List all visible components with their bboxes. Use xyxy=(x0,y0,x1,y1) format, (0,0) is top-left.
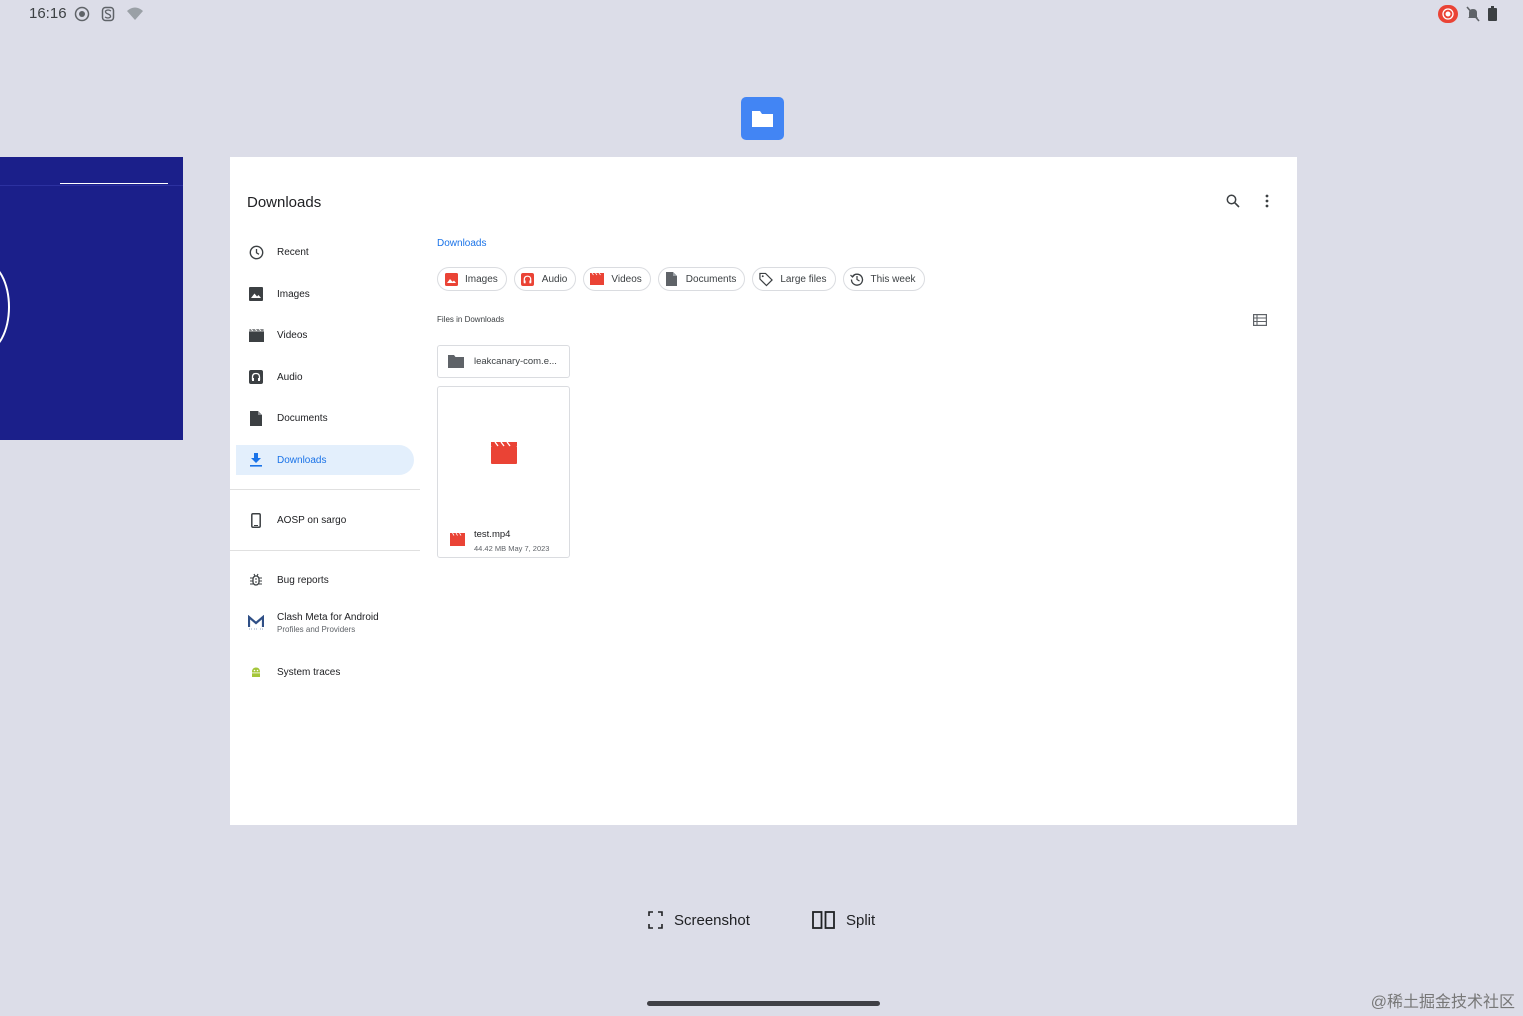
file-name: test.mp4 xyxy=(474,529,511,540)
chip-label: Documents xyxy=(685,273,737,285)
clock-icon xyxy=(248,244,264,260)
record-status-icon xyxy=(74,6,90,22)
sidebar-item-label: Audio xyxy=(277,371,303,383)
sidebar-item-system-traces[interactable]: System traces xyxy=(236,657,414,687)
more-vert-icon[interactable] xyxy=(1259,193,1275,209)
sidebar-item-label: AOSP on sargo xyxy=(277,514,347,526)
file-date: May 7, 2023 xyxy=(508,544,550,553)
chip-large-files[interactable]: Large files xyxy=(752,267,836,291)
search-icon[interactable] xyxy=(1225,193,1241,209)
sidebar-item-label: Downloads xyxy=(277,454,327,466)
file-size: 44.42 MB xyxy=(474,544,507,553)
file-meta: 44.42 MB May 7, 2023 xyxy=(474,544,549,553)
clash-meta-icon xyxy=(248,615,264,631)
status-right-icons xyxy=(1438,5,1497,23)
download-icon xyxy=(248,452,264,468)
headphones-icon xyxy=(248,369,264,385)
sidebar-item-documents[interactable]: Documents xyxy=(236,403,414,433)
sidebar-item-images[interactable]: Images xyxy=(236,279,414,309)
android-icon xyxy=(248,664,264,680)
wifi-icon xyxy=(127,7,143,20)
sidebar-item-clash-meta[interactable]: Clash Meta for Android Profiles and Prov… xyxy=(236,605,414,641)
recent-app-tab-indicator xyxy=(60,183,168,184)
list-view-icon[interactable] xyxy=(1253,313,1268,327)
sidebar-item-bug-reports[interactable]: Bug reports xyxy=(236,565,414,595)
screenshot-icon xyxy=(648,911,663,929)
folder-item[interactable]: leakcanary-com.e... xyxy=(437,345,570,378)
folder-name: leakcanary-com.e... xyxy=(474,356,557,367)
bug-icon xyxy=(248,572,264,588)
tag-icon xyxy=(759,272,774,286)
document-icon xyxy=(248,410,264,426)
folder-icon xyxy=(448,355,464,368)
movie-icon xyxy=(248,327,264,343)
chip-images[interactable]: Images xyxy=(437,267,507,291)
video-file-icon xyxy=(450,532,465,546)
status-time: 16:16 xyxy=(29,5,67,22)
gesture-navigation-bar[interactable] xyxy=(647,1001,880,1006)
chip-label: This week xyxy=(870,273,916,285)
recent-app-card[interactable] xyxy=(0,157,183,440)
battery-icon xyxy=(1488,6,1497,21)
sidebar-item-device[interactable]: AOSP on sargo xyxy=(236,505,414,535)
filter-chips: Images Audio Videos Documents Large file… xyxy=(437,267,925,291)
status-left-icons xyxy=(74,6,144,22)
recents-actions: Screenshot Split xyxy=(0,908,1523,938)
phone-icon xyxy=(248,512,264,528)
drawer-divider xyxy=(230,550,420,551)
chip-videos[interactable]: Videos xyxy=(583,267,651,291)
drawer-divider xyxy=(230,489,420,490)
chip-this-week[interactable]: This week xyxy=(842,267,925,291)
recent-app-circle xyxy=(0,262,10,352)
screen-record-icon xyxy=(1438,5,1458,23)
split-screen-icon xyxy=(812,911,835,929)
watermark: @稀土掘金技术社区 xyxy=(1370,994,1515,1011)
sidebar-item-label: System traces xyxy=(277,666,341,678)
files-window: Downloads Recent Images Videos Audio Doc… xyxy=(230,157,1297,825)
file-item[interactable]: test.mp4 44.42 MB May 7, 2023 xyxy=(437,386,570,558)
sidebar-item-label: Documents xyxy=(277,412,328,424)
files-folder-icon[interactable] xyxy=(741,97,784,140)
sidebar-item-label: Clash Meta for Android xyxy=(277,612,379,623)
chip-label: Images xyxy=(465,273,498,285)
video-thumbnail-icon xyxy=(491,441,517,464)
sidebar-item-downloads[interactable]: Downloads xyxy=(236,445,414,475)
sidebar-item-label: Bug reports xyxy=(277,574,329,586)
chip-audio[interactable]: Audio xyxy=(513,267,577,291)
sidebar-item-audio[interactable]: Audio xyxy=(236,362,414,392)
chip-documents[interactable]: Documents xyxy=(657,267,746,291)
chip-label: Videos xyxy=(611,273,642,285)
screenshot-button[interactable]: Screenshot xyxy=(648,911,750,929)
chip-label: Large files xyxy=(780,273,827,285)
history-icon xyxy=(849,272,864,286)
movie-icon xyxy=(590,272,605,286)
split-label: Split xyxy=(846,911,876,929)
split-button[interactable]: Split xyxy=(812,911,875,929)
status-bar: 16:16 xyxy=(0,0,1523,30)
image-icon xyxy=(248,286,264,302)
section-label: Files in Downloads xyxy=(437,315,505,324)
sidebar-item-label: Videos xyxy=(277,329,308,341)
window-title: Downloads xyxy=(247,194,322,211)
screenshot-label: Screenshot xyxy=(674,911,750,929)
sidebar-item-recent[interactable]: Recent xyxy=(236,237,414,267)
s-app-icon xyxy=(101,6,115,22)
chip-label: Audio xyxy=(541,273,568,285)
notifications-off-icon xyxy=(1466,6,1480,22)
sidebar-item-videos[interactable]: Videos xyxy=(236,320,414,350)
sidebar-item-label: Images xyxy=(277,288,310,300)
breadcrumb[interactable]: Downloads xyxy=(437,238,486,249)
headphones-icon xyxy=(521,272,535,286)
sidebar-item-text: Clash Meta for Android Profiles and Prov… xyxy=(277,612,379,634)
sidebar-item-label: Recent xyxy=(277,246,309,258)
image-icon xyxy=(444,272,458,286)
document-icon xyxy=(665,272,679,286)
window-actions xyxy=(1225,193,1275,209)
sidebar-item-sublabel: Profiles and Providers xyxy=(277,625,356,634)
